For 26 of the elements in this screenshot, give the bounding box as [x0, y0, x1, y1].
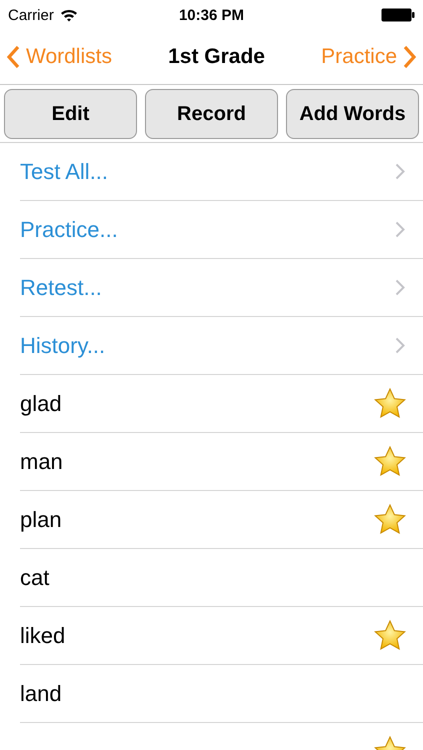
disclosure-chevron-icon: [395, 337, 405, 354]
toolbar-button[interactable]: Record: [145, 89, 278, 139]
word-label: man: [20, 448, 63, 474]
action-link[interactable]: History...: [20, 332, 106, 358]
carrier-label: Carrier: [8, 6, 54, 24]
word-label: glad: [20, 390, 62, 416]
chevron-right-icon: [403, 45, 417, 69]
disclosure-chevron-icon: [395, 279, 405, 296]
word-label: liked: [20, 622, 66, 648]
action-link[interactable]: Practice...: [20, 216, 118, 242]
word-label: plan: [20, 506, 62, 532]
wifi-icon: [60, 8, 78, 22]
toolbar-button[interactable]: Edit: [4, 89, 137, 139]
action-link[interactable]: Test All...: [20, 158, 108, 184]
word-label: cat: [20, 564, 50, 590]
back-button[interactable]: Wordlists: [6, 45, 112, 69]
status-time: 10:36 PM: [178, 6, 244, 24]
toolbar-button[interactable]: Add Words: [286, 89, 419, 139]
action-link[interactable]: Retest...: [20, 274, 102, 300]
chevron-left-icon: [6, 45, 20, 69]
disclosure-chevron-icon: [395, 221, 405, 238]
battery-icon: [381, 8, 415, 22]
disclosure-chevron-icon: [395, 163, 405, 180]
forward-button[interactable]: Practice: [321, 45, 417, 69]
nav-title: 1st Grade: [168, 45, 265, 69]
word-label: land: [20, 680, 62, 706]
